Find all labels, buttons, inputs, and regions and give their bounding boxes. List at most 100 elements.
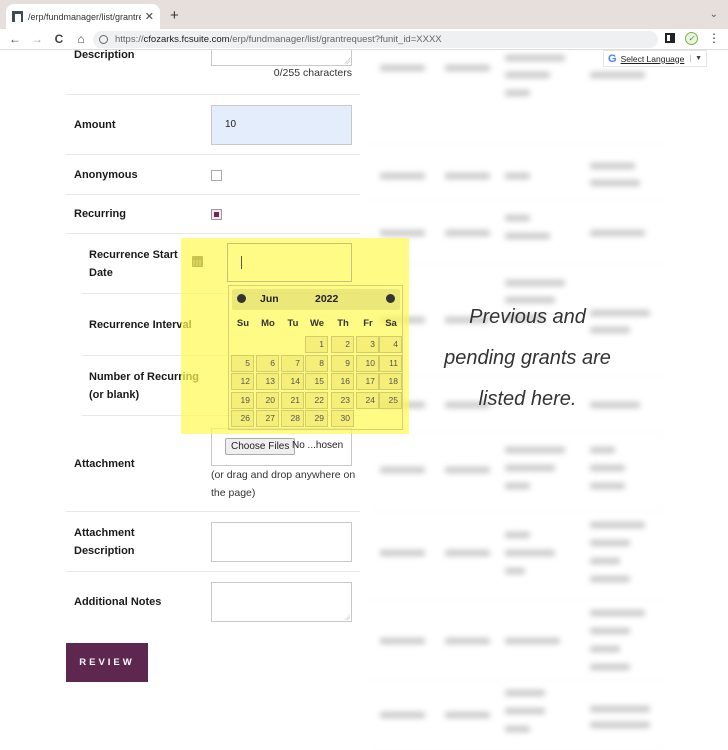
- grants-placeholder-note: Previous and pending grants are listed h…: [444, 306, 611, 410]
- language-selector[interactable]: G Select Language ▼: [603, 50, 707, 67]
- datepicker-day[interactable]: 26: [231, 410, 254, 427]
- recurring-row: Recurring: [66, 195, 360, 234]
- datepicker-day[interactable]: 7: [281, 354, 304, 372]
- datepicker-year[interactable]: 2022: [315, 293, 338, 305]
- datepicker-day[interactable]: 23: [331, 391, 354, 409]
- datepicker-day[interactable]: 20: [256, 391, 279, 409]
- table-row: [370, 680, 665, 750]
- datepicker-day[interactable]: 21: [281, 391, 304, 409]
- side-panel-icon[interactable]: [665, 33, 675, 43]
- datepicker-day[interactable]: 13: [256, 373, 279, 390]
- datepicker: Jun 2022 Su Mo Tu We Th Fr Sa 1 2 3 4 5 6 7 8 9 10 11 12 13…: [228, 285, 403, 430]
- recurring-checkbox[interactable]: [211, 209, 222, 220]
- recurrence-start-label: Recurrence Start Date: [89, 249, 178, 279]
- datepicker-day[interactable]: 9: [331, 354, 354, 372]
- weekday-header: Su: [236, 318, 250, 329]
- datepicker-day[interactable]: 15: [305, 373, 328, 390]
- datepicker-day[interactable]: 16: [331, 373, 354, 390]
- datepicker-day[interactable]: 6: [256, 354, 279, 372]
- close-tab-icon[interactable]: ✕: [145, 10, 154, 23]
- datepicker-month[interactable]: Jun: [260, 293, 279, 305]
- datepicker-day[interactable]: 24: [356, 391, 379, 409]
- weekday-header: Mo: [261, 318, 275, 329]
- amount-row: Amount 10: [66, 95, 360, 155]
- recurrence-interval-label: Recurrence Interval: [89, 319, 192, 331]
- weekday-header: Fr: [363, 318, 373, 329]
- datepicker-day[interactable]: 4: [379, 336, 402, 353]
- prev-month-icon[interactable]: [237, 294, 246, 303]
- address-bar[interactable]: https://cfozarks.fcsuite.com/erp/fundman…: [93, 31, 658, 48]
- datepicker-day[interactable]: 25: [379, 391, 402, 409]
- home-button[interactable]: ⌂: [70, 32, 92, 46]
- additional-notes-textarea[interactable]: [211, 582, 352, 622]
- recurrence-start-date-input[interactable]: [227, 243, 352, 282]
- description-row: Description 0/255 characters: [66, 50, 360, 95]
- datepicker-day[interactable]: 11: [379, 354, 402, 372]
- table-row: [370, 145, 665, 200]
- url-path: /erp/fundmanager/list/grantrequest?funit…: [229, 34, 442, 45]
- additional-notes-row: Additional Notes: [66, 572, 360, 632]
- attachment-description-label: Attachment Description: [74, 527, 135, 557]
- tab-strip: /erp/fundmanager/list/grantreq ✕ + ⌄: [0, 0, 728, 29]
- site-info-icon[interactable]: [99, 35, 108, 44]
- choose-files-button[interactable]: Choose Files: [225, 438, 296, 455]
- amount-label: Amount: [74, 119, 116, 131]
- tab-search-icon[interactable]: ⌄: [710, 9, 718, 20]
- drag-drop-hint: (or drag and drop anywhere on the page): [211, 469, 356, 499]
- text-caret: [241, 256, 242, 269]
- datepicker-header: Jun 2022: [232, 289, 400, 310]
- next-month-icon[interactable]: [386, 294, 395, 303]
- browser-tab[interactable]: /erp/fundmanager/list/grantreq ✕: [6, 4, 160, 29]
- datepicker-day[interactable]: 10: [356, 354, 379, 372]
- description-textarea[interactable]: [211, 50, 352, 66]
- datepicker-day[interactable]: 22: [305, 391, 328, 409]
- weekday-header: Sa: [385, 318, 397, 329]
- anonymous-label: Anonymous: [74, 169, 138, 181]
- datepicker-day[interactable]: 14: [281, 373, 304, 390]
- datepicker-day[interactable]: 19: [231, 391, 254, 409]
- datepicker-day[interactable]: 17: [356, 373, 379, 390]
- extension-icon[interactable]: ✓: [685, 31, 698, 45]
- site-favicon-icon: [12, 11, 23, 22]
- tab-title: /erp/fundmanager/list/grantreq: [28, 11, 141, 22]
- new-tab-button[interactable]: +: [170, 7, 179, 24]
- datepicker-day[interactable]: 3: [356, 336, 379, 353]
- browser-menu-icon[interactable]: ⋮: [708, 31, 720, 45]
- select-language-link[interactable]: Select Language: [621, 54, 691, 64]
- reload-button[interactable]: C: [48, 32, 70, 46]
- back-button[interactable]: ←: [4, 32, 26, 46]
- table-row: [370, 600, 665, 680]
- forward-button[interactable]: →: [26, 32, 48, 46]
- attachment-description-input[interactable]: [211, 522, 352, 562]
- page-content: Previous and pending grants are listed h…: [0, 50, 728, 750]
- url-scheme: https://: [115, 34, 144, 45]
- amount-input[interactable]: 10: [211, 105, 352, 145]
- datepicker-day[interactable]: 27: [256, 410, 279, 427]
- url-host: cfozarks.fcsuite.com: [143, 34, 230, 45]
- datepicker-day[interactable]: 28: [281, 410, 304, 427]
- table-row: [370, 435, 665, 510]
- datepicker-day[interactable]: 30: [331, 410, 354, 427]
- datepicker-day[interactable]: 2: [331, 336, 354, 353]
- anonymous-row: Anonymous: [66, 155, 360, 195]
- datepicker-day[interactable]: 29: [305, 410, 328, 427]
- recurring-label: Recurring: [74, 208, 126, 220]
- weekday-header: Th: [337, 318, 349, 329]
- datepicker-day[interactable]: 1: [305, 336, 328, 353]
- datepicker-day[interactable]: 18: [379, 373, 402, 390]
- review-button[interactable]: REVIEW: [66, 643, 148, 682]
- browser-toolbar: ← → C ⌂ https://cfozarks.fcsuite.com/erp…: [0, 29, 728, 50]
- datepicker-day[interactable]: 5: [231, 354, 254, 372]
- file-name: No ...hosen: [292, 440, 344, 451]
- weekday-header: Tu: [287, 318, 299, 329]
- dropdown-arrow-icon[interactable]: ▼: [690, 55, 706, 62]
- description-label: Description: [74, 50, 135, 61]
- datepicker-day[interactable]: 12: [231, 373, 254, 390]
- anonymous-checkbox[interactable]: [211, 170, 222, 181]
- char-count: 0/255 characters: [273, 67, 352, 79]
- additional-notes-label: Additional Notes: [74, 596, 162, 608]
- datepicker-day[interactable]: 8: [305, 354, 328, 372]
- table-row: [370, 510, 665, 600]
- attachment-label: Attachment: [74, 458, 135, 470]
- table-row: [370, 200, 665, 265]
